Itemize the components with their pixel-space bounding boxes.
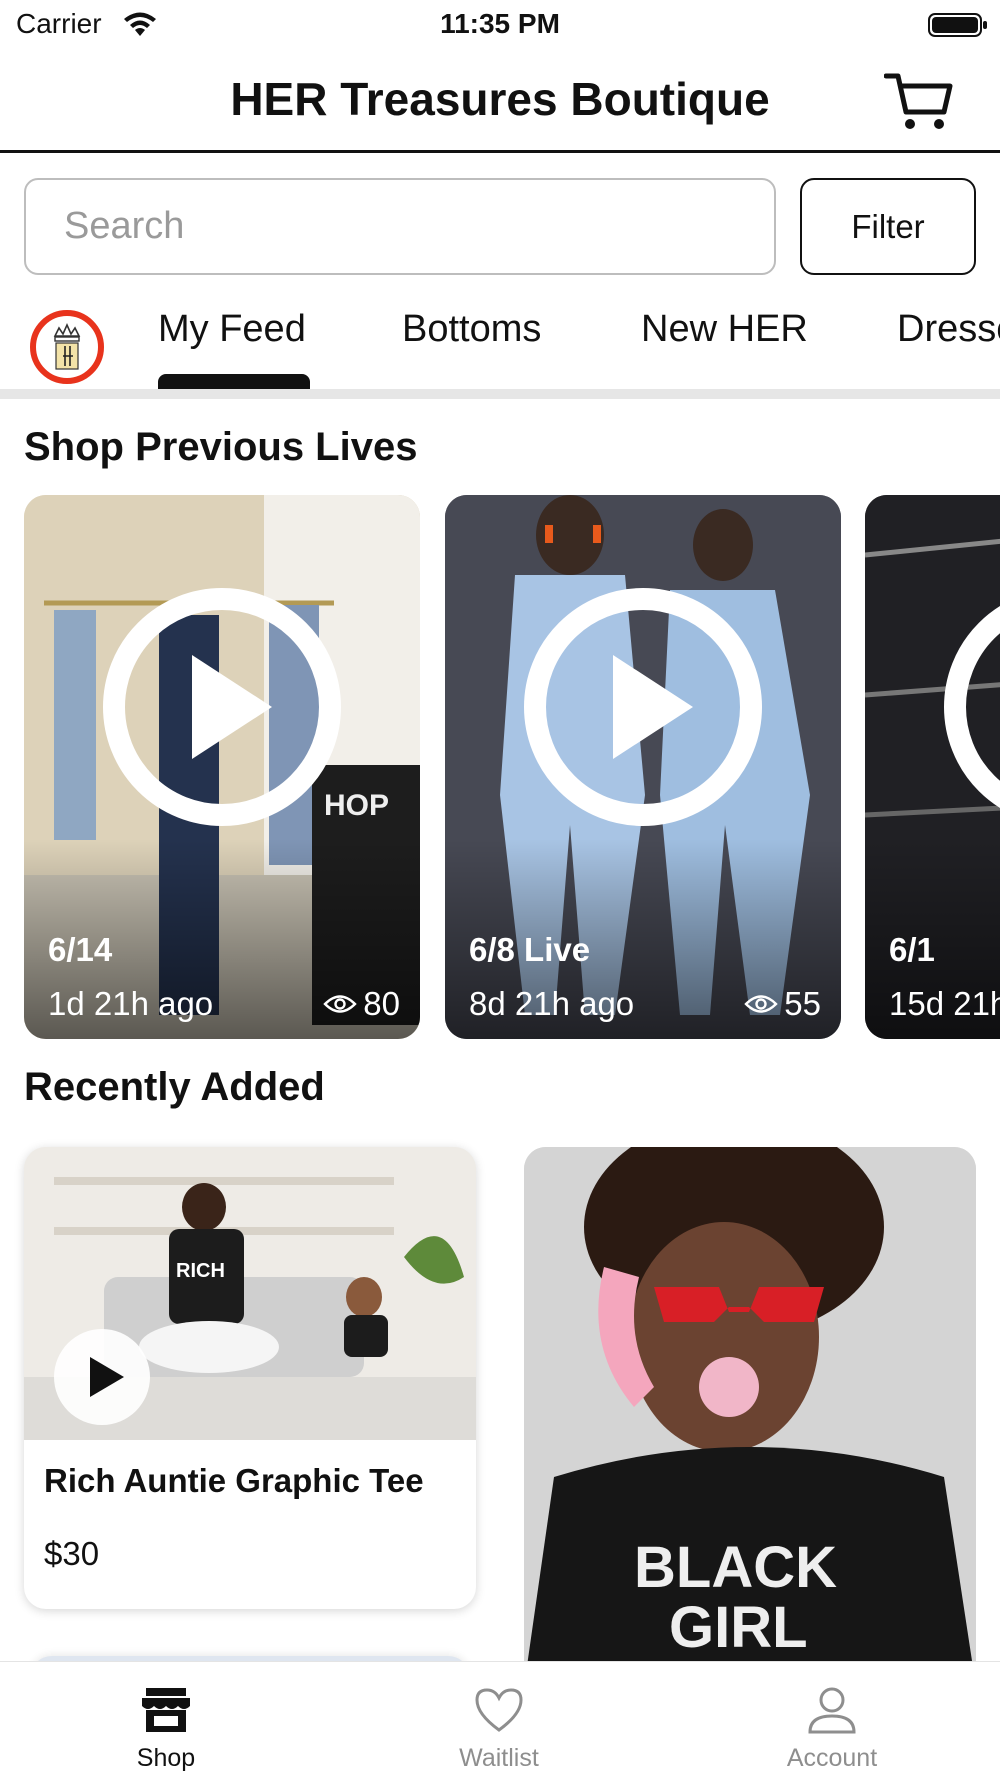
- store-logo[interactable]: [30, 310, 104, 384]
- tab-bottoms[interactable]: Bottoms: [402, 308, 541, 351]
- product-photo: BLACK GIRL: [524, 1147, 976, 1687]
- live-date: 6/8 Live: [469, 931, 591, 968]
- account-icon: [808, 1687, 856, 1734]
- status-time: 11:35 PM: [440, 8, 560, 39]
- category-tabs: My Feed Bottoms New HER Dresses: [0, 296, 1000, 390]
- tab-bar-account[interactable]: Account: [732, 1662, 932, 1778]
- play-icon[interactable]: [523, 587, 763, 827]
- video-play-button[interactable]: [54, 1329, 150, 1425]
- views-count: 80: [363, 985, 400, 1022]
- bottom-tab-bar: Shop Waitlist Account: [0, 1661, 1000, 1778]
- tab-bar-label: Shop: [136, 1744, 196, 1772]
- lives-carousel[interactable]: HOP 6/14 1d 21h ago 80 6/8 Live 8d 21h a…: [0, 495, 1000, 1039]
- svg-text:BLACK: BLACK: [634, 1535, 837, 1600]
- product-card[interactable]: RICH Rich Auntie Graphic Tee $30: [24, 1147, 476, 1609]
- heart-icon: [475, 1688, 523, 1732]
- live-view-count: 80: [323, 985, 400, 1023]
- tab-bar-shop[interactable]: Shop: [66, 1662, 266, 1778]
- tab-my-feed[interactable]: My Feed: [158, 308, 306, 351]
- divider: [0, 389, 1000, 399]
- svg-text:RICH: RICH: [176, 1260, 225, 1282]
- live-date: 6/14: [48, 931, 113, 968]
- product-card[interactable]: BLACK GIRL: [524, 1147, 976, 1687]
- eye-icon: [744, 995, 778, 1013]
- live-view-count: 55: [744, 985, 821, 1023]
- live-card[interactable]: 6/1 15d 21h ago: [865, 495, 1000, 1039]
- svg-text:GIRL: GIRL: [669, 1595, 808, 1660]
- battery-icon: [928, 13, 987, 37]
- live-card[interactable]: 6/8 Live 8d 21h ago 55: [445, 495, 841, 1039]
- product-price: $30: [44, 1535, 100, 1572]
- views-count: 55: [784, 985, 821, 1022]
- live-time-ago: 1d 21h ago: [48, 985, 214, 1022]
- app-header: HER Treasures Boutique: [0, 50, 1000, 153]
- filter-button[interactable]: Filter: [800, 178, 976, 275]
- play-icon[interactable]: [102, 587, 342, 827]
- lives-section-title: Shop Previous Lives: [24, 425, 418, 469]
- tab-new-her[interactable]: New HER: [641, 308, 808, 351]
- active-tab-indicator: [158, 374, 310, 390]
- product-name: Rich Auntie Graphic Tee: [44, 1462, 424, 1499]
- crown-logo-icon: [53, 323, 81, 370]
- play-icon[interactable]: [943, 587, 1000, 827]
- eye-icon: [323, 995, 357, 1013]
- page-title: HER Treasures Boutique: [230, 73, 770, 125]
- search-field[interactable]: [24, 178, 776, 275]
- tab-dresses[interactable]: Dresses: [897, 308, 1000, 351]
- status-bar: Carrier 11:35 PM: [0, 0, 1000, 50]
- product-image: RICH: [24, 1147, 476, 1440]
- live-card[interactable]: HOP 6/14 1d 21h ago 80: [24, 495, 420, 1039]
- tab-bar-label: Waitlist: [459, 1744, 539, 1772]
- tab-bar-label: Account: [786, 1744, 878, 1772]
- live-time-ago: 8d 21h ago: [469, 985, 635, 1022]
- search-input[interactable]: [26, 180, 774, 273]
- cart-icon[interactable]: [884, 70, 954, 134]
- shop-icon: [142, 1688, 190, 1732]
- recently-added-title: Recently Added: [24, 1065, 325, 1109]
- live-time-ago: 15d 21h ago: [889, 985, 1000, 1022]
- tab-bar-waitlist[interactable]: Waitlist: [399, 1662, 599, 1778]
- live-date: 6/1: [889, 931, 935, 968]
